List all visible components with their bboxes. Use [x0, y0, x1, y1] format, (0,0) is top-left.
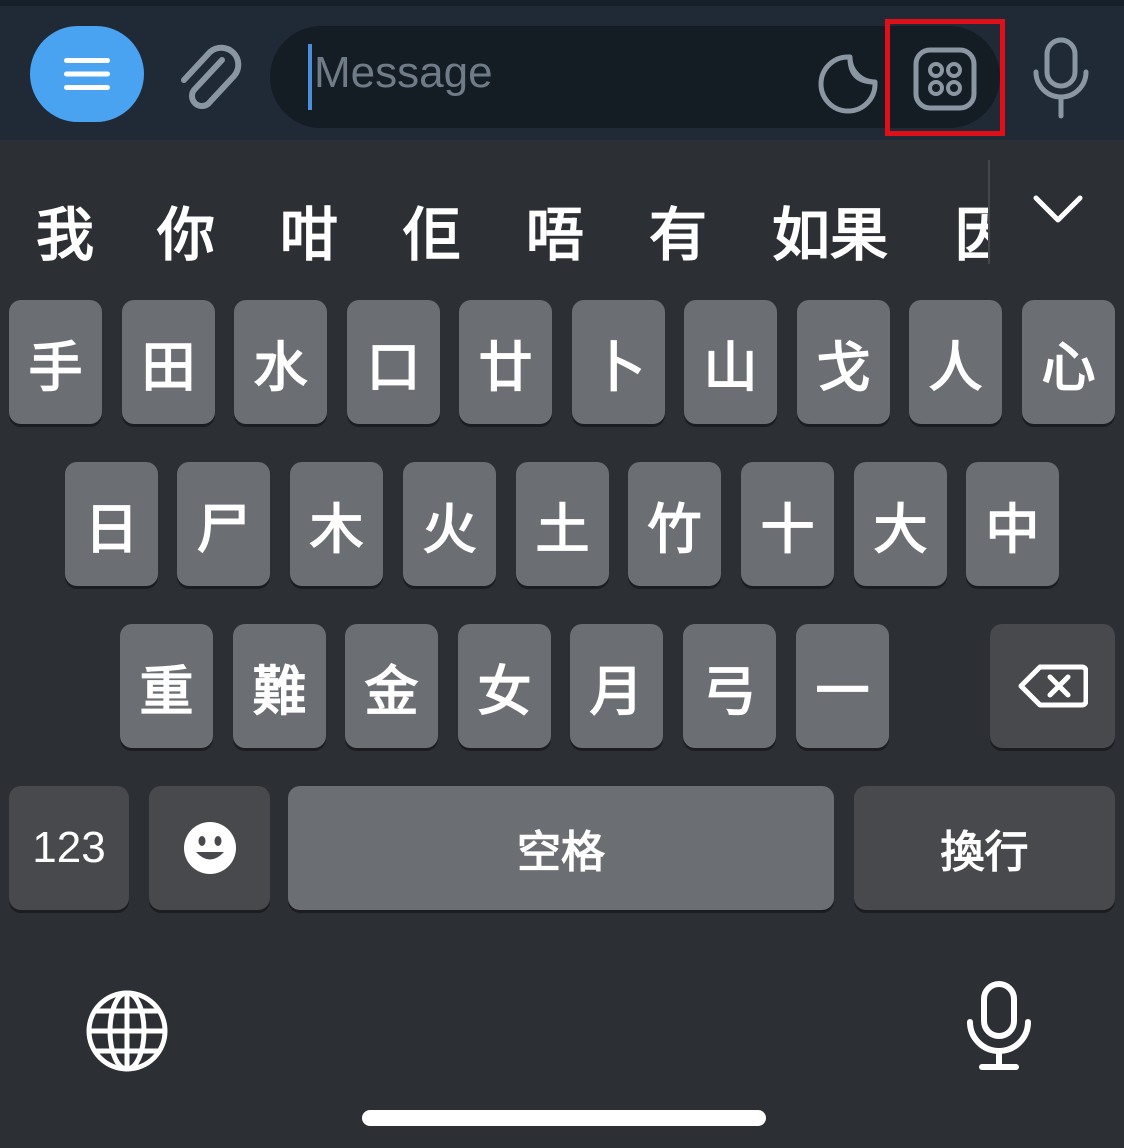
- globe-icon[interactable]: [84, 988, 170, 1074]
- backspace-key[interactable]: [990, 624, 1115, 748]
- candidate-item[interactable]: 我: [36, 188, 94, 270]
- paperclip-icon[interactable]: [170, 38, 246, 118]
- key[interactable]: 田: [122, 300, 215, 424]
- key[interactable]: 廿: [459, 300, 552, 424]
- space-key[interactable]: 空格: [288, 786, 834, 910]
- menu-button[interactable]: [30, 26, 144, 122]
- key[interactable]: 人: [909, 300, 1002, 424]
- candidate-item[interactable]: 有: [649, 188, 707, 270]
- candidate-item[interactable]: 你: [157, 188, 215, 270]
- candidate-bar: 我 你 咁 佢 唔 有 如果 因: [0, 160, 1124, 270]
- home-indicator[interactable]: [362, 1110, 766, 1126]
- key[interactable]: 日: [65, 462, 158, 586]
- key[interactable]: 口: [347, 300, 440, 424]
- key[interactable]: 山: [684, 300, 777, 424]
- candidate-item[interactable]: 如果: [772, 188, 888, 270]
- key[interactable]: 重: [120, 624, 213, 748]
- key[interactable]: 女: [458, 624, 551, 748]
- candidate-divider: [988, 160, 990, 264]
- key[interactable]: 卜: [572, 300, 665, 424]
- return-key[interactable]: 換行: [854, 786, 1115, 910]
- candidate-item[interactable]: 咁: [280, 188, 338, 270]
- message-composer: Message: [0, 0, 1124, 140]
- key[interactable]: 難: [233, 624, 326, 748]
- menu-icon: [64, 58, 110, 90]
- key[interactable]: 手: [9, 300, 102, 424]
- key[interactable]: 月: [570, 624, 663, 748]
- key[interactable]: 木: [290, 462, 383, 586]
- candidate-list: 我 你 咁 佢 唔 有 如果 因: [0, 160, 990, 270]
- highlight-box: [885, 19, 1005, 136]
- emoji-key[interactable]: [149, 786, 270, 910]
- key[interactable]: 十: [741, 462, 834, 586]
- key[interactable]: 戈: [797, 300, 890, 424]
- key[interactable]: 竹: [628, 462, 721, 586]
- key[interactable]: 火: [403, 462, 496, 586]
- candidate-item[interactable]: 唔: [526, 188, 584, 270]
- key[interactable]: 心: [1022, 300, 1115, 424]
- chevron-down-icon[interactable]: [1030, 180, 1086, 236]
- candidate-item[interactable]: 因: [955, 188, 990, 270]
- key[interactable]: 一: [796, 624, 889, 748]
- numbers-key[interactable]: 123: [9, 786, 129, 910]
- key[interactable]: 大: [854, 462, 947, 586]
- backspace-icon: [1018, 664, 1088, 708]
- key[interactable]: 中: [966, 462, 1059, 586]
- key[interactable]: 弓: [683, 624, 776, 748]
- sticker-icon[interactable]: [816, 52, 880, 116]
- candidate-item[interactable]: 佢: [403, 188, 461, 270]
- key[interactable]: 尸: [177, 462, 270, 586]
- microphone-icon[interactable]: [1028, 36, 1094, 120]
- emoji-icon: [183, 822, 236, 874]
- key[interactable]: 金: [345, 624, 438, 748]
- text-caret: [308, 44, 312, 110]
- key[interactable]: 水: [234, 300, 327, 424]
- dictation-microphone-icon[interactable]: [964, 980, 1034, 1072]
- key[interactable]: 土: [516, 462, 609, 586]
- message-placeholder: Message: [314, 48, 493, 97]
